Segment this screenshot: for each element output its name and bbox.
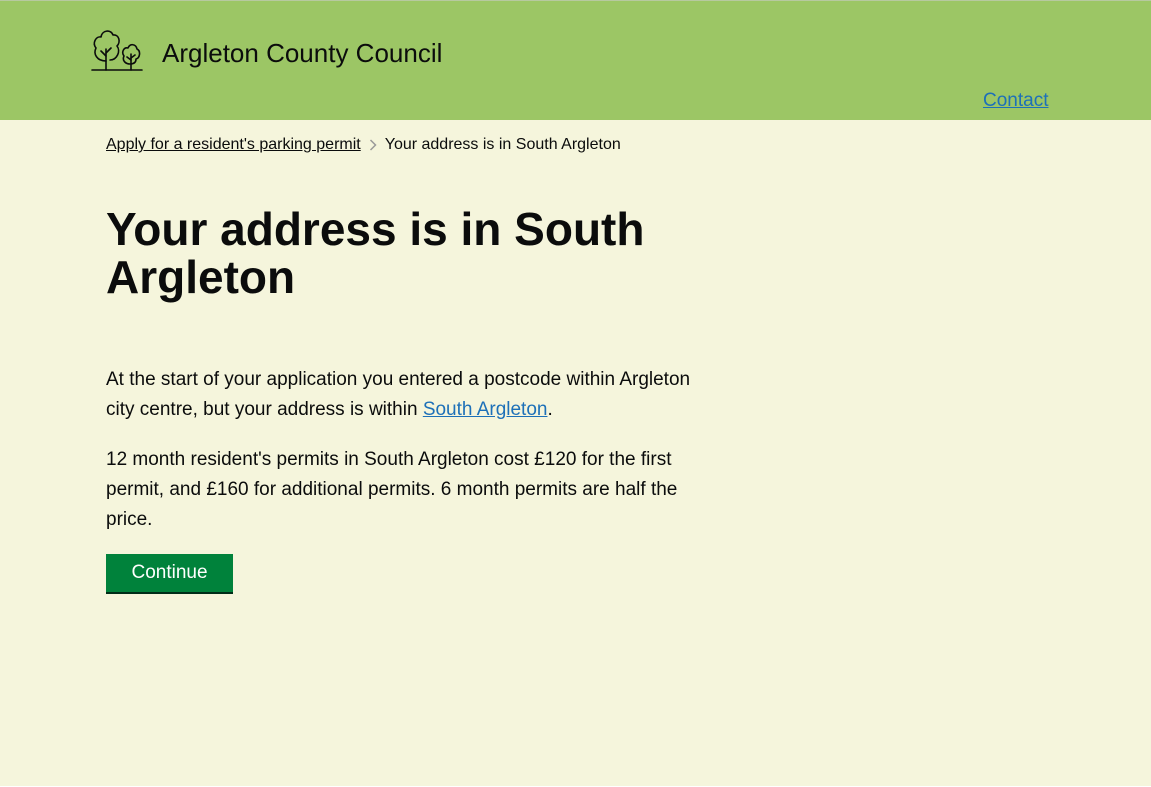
chevron-right-icon bbox=[365, 139, 381, 151]
breadcrumb: Apply for a resident's parking permit Yo… bbox=[106, 135, 621, 155]
south-argleton-link[interactable]: South Argleton bbox=[423, 399, 548, 420]
intro-text: At the start of your application you ent… bbox=[106, 369, 691, 420]
trees-icon[interactable] bbox=[90, 25, 143, 71]
continue-button[interactable]: Continue bbox=[106, 554, 233, 592]
breadcrumb-link-parking-permit[interactable]: Apply for a resident's parking permit bbox=[106, 135, 361, 155]
breadcrumb-current-page: Your address is in South Argleton bbox=[384, 136, 621, 153]
intro-paragraph: At the start of your application you ent… bbox=[106, 365, 716, 425]
contact-link[interactable]: Contact bbox=[983, 89, 1048, 113]
council-name[interactable]: Argleton County Council bbox=[162, 37, 442, 69]
site-header: Argleton County Council Contact bbox=[0, 1, 1151, 120]
permit-price-paragraph: 12 month resident's permits in South Arg… bbox=[106, 449, 678, 530]
page-title: Your address is in South Argleton bbox=[106, 203, 645, 303]
intro-text-end: . bbox=[547, 399, 553, 420]
